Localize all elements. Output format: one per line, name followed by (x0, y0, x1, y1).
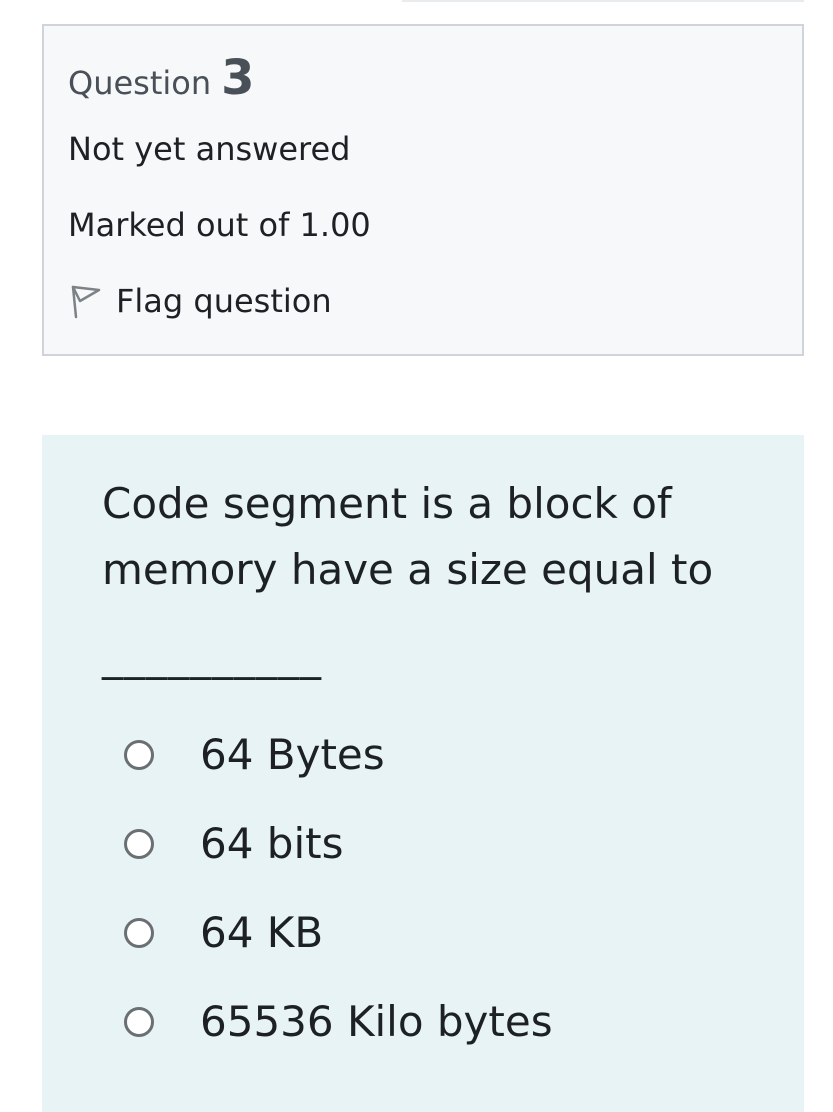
flag-question-label: Flag question (116, 282, 332, 320)
question-content-panel: Code segment is a block of memory have a… (42, 435, 804, 1112)
question-number: 3 (221, 50, 255, 106)
answer-option-64-bits[interactable]: 64 bits (124, 816, 724, 876)
radio-button[interactable] (124, 1007, 154, 1037)
answer-option-64-bytes[interactable]: 64 Bytes (124, 727, 724, 787)
answer-option-65536-kilo-bytes[interactable]: 65536 Kilo bytes (124, 994, 724, 1054)
question-info-panel: Question 3 Not yet answered Marked out o… (42, 24, 804, 356)
question-label: Question (68, 64, 212, 102)
answer-option-label: 64 Bytes (200, 730, 385, 779)
flag-question-button[interactable]: Flag question (68, 282, 332, 320)
top-divider (402, 0, 804, 2)
radio-button[interactable] (124, 918, 154, 948)
answer-option-label: 65536 Kilo bytes (200, 997, 553, 1046)
question-grade: Marked out of 1.00 (68, 206, 371, 244)
question-state: Not yet answered (68, 130, 351, 168)
flag-icon (71, 285, 101, 319)
answer-option-64-kb[interactable]: 64 KB (124, 905, 724, 965)
question-number-heading: Question 3 (68, 50, 255, 106)
radio-button[interactable] (124, 829, 154, 859)
answer-option-label: 64 bits (200, 819, 344, 868)
answer-blank: __________ (102, 631, 322, 680)
radio-button[interactable] (124, 740, 154, 770)
question-text: Code segment is a block of memory have a… (102, 479, 714, 594)
answer-option-label: 64 KB (200, 908, 324, 957)
